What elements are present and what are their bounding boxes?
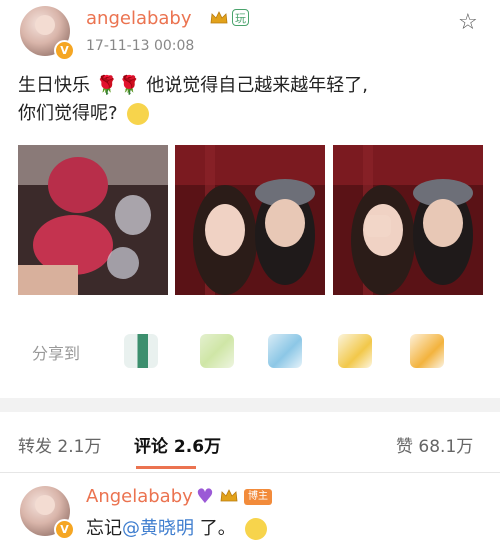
like-tab[interactable]: 赞 68.1万 [396, 432, 473, 457]
commenter-verified-icon: V [54, 519, 75, 540]
selfie-photo-1[interactable] [175, 145, 325, 295]
post-text-line2: 你们觉得呢? [18, 103, 118, 124]
author-role-badge: 博主 [244, 489, 272, 505]
verified-badge-icon: V [54, 40, 75, 61]
qq-icon[interactable] [268, 334, 302, 368]
selfie-photo-2[interactable] [333, 145, 483, 295]
comment-text: 忘记@黄晓明 了。 [86, 514, 268, 540]
comment-mention-link[interactable]: @黄晓明 [122, 518, 194, 539]
post-text: 生日快乐 🌹🌹 他说觉得自己越来越年轻了, 你们觉得呢? [18, 72, 488, 128]
like-count: 68.1万 [418, 437, 474, 457]
wechat-icon[interactable] [124, 334, 158, 368]
crown-icon [210, 11, 228, 24]
comment-tab[interactable]: 评论 2.6万 [134, 432, 221, 457]
section-divider [0, 398, 500, 412]
repost-count: 2.1万 [57, 437, 102, 457]
post-text-line1: 生日快乐 🌹🌹 他说觉得自己越来越年轻了, [18, 75, 368, 96]
qzone-icon[interactable] [338, 334, 372, 368]
commenter-crown-icon [220, 489, 238, 502]
tag-badge-icon: 玩 [232, 9, 249, 26]
comment-text-before: 忘记 [86, 518, 122, 539]
other-share-icon[interactable] [410, 334, 444, 368]
repost-label: 转发 [18, 437, 52, 457]
active-tab-indicator [136, 466, 196, 469]
comment-text-after: 了。 [194, 518, 236, 539]
repost-tab[interactable]: 转发 2.1万 [18, 432, 101, 457]
sweat-emoji-icon [245, 518, 268, 540]
comment-label: 评论 [134, 437, 168, 457]
stats-divider [0, 472, 500, 473]
poster-username[interactable]: angelababy [86, 8, 192, 29]
moments-icon[interactable] [200, 334, 234, 368]
commenter-username[interactable]: Angelababy [86, 486, 193, 507]
wine-glasses-photo[interactable] [18, 145, 168, 295]
post-timestamp: 17-11-13 00:08 [86, 38, 195, 54]
heart-icon: ♥ [196, 484, 214, 508]
favorite-star-icon[interactable]: ☆ [458, 10, 478, 35]
comment-count: 2.6万 [173, 437, 222, 457]
smile-emoji-icon [127, 103, 150, 125]
like-label: 赞 [396, 437, 413, 457]
share-label: 分享到 [32, 344, 81, 363]
